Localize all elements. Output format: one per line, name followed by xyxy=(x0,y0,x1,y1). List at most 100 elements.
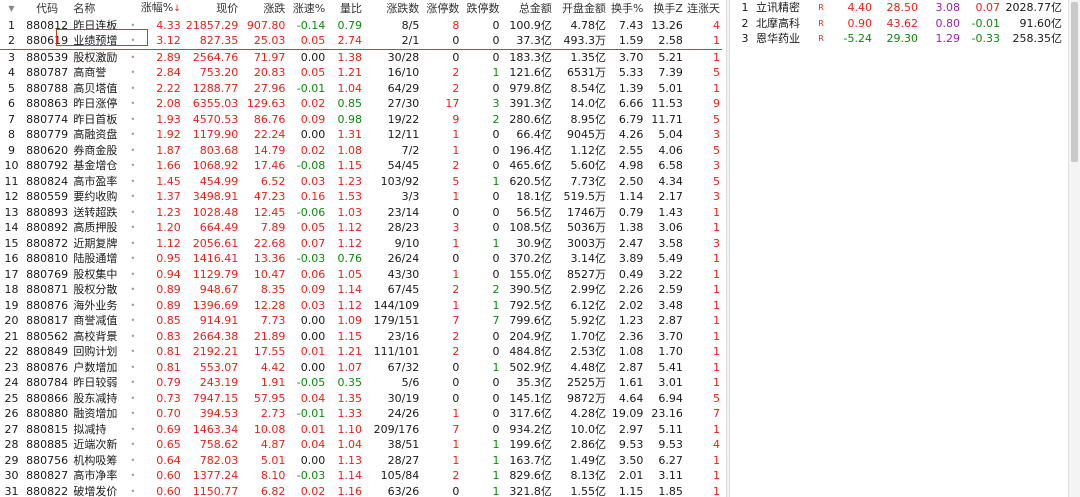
row-price: 4570.53 xyxy=(192,112,239,126)
row-limit-up: 2 xyxy=(452,159,460,172)
table-row[interactable]: 26 880880 融资增加 • 0.70 394.53 2.73 -0.01 1.33 24/2… xyxy=(0,406,722,422)
header-turnover-z[interactable]: 换手Z xyxy=(645,0,685,18)
table-row[interactable]: 28 880885 近端次新 • 0.65 758.62 4.87 0.04 1.04 38/51… xyxy=(0,437,722,453)
table-row[interactable]: 13 880893 送转超跌 • 1.23 1028.48 12.45 -0.06 1.03 23… xyxy=(0,205,722,221)
header-streak[interactable]: 连涨天 xyxy=(684,0,722,18)
row-open-amount: 1.35亿 xyxy=(570,50,607,64)
row-up-down: 8/5 xyxy=(401,18,420,32)
stock-row[interactable]: 2 北摩高科 R 0.90 43.62 0.80 -0.01 91.60亿 xyxy=(736,16,1064,32)
row-turnover-z: 5.49 xyxy=(658,252,683,265)
table-row[interactable]: 24 880784 昨日较弱 • 0.79 243.19 1.91 -0.05 0.35 5/6 0… xyxy=(0,375,722,391)
row-vol-ratio: 0.79 xyxy=(337,18,363,32)
row-speed: 0.01 xyxy=(300,422,326,436)
row-dot-icon: • xyxy=(130,52,136,62)
row-turnover-z: 2.17 xyxy=(658,190,683,203)
table-row[interactable]: 19 880876 海外业务 • 0.89 1396.69 12.28 0.03 1.12 144… xyxy=(0,298,722,314)
table-row[interactable]: 16 880810 陆股通增 • 0.95 1416.41 13.36 -0.03 0.76 26… xyxy=(0,251,722,267)
table-row[interactable]: 27 880815 拟减持 • 0.69 1463.34 10.08 0.01 1.10 209/… xyxy=(0,422,722,438)
header-limit-down[interactable]: 跌停数 xyxy=(461,0,502,18)
stock-row[interactable]: 3 恩华药业 R -5.24 29.30 1.29 -0.33 258.35亿 xyxy=(736,31,1064,47)
header-up-down[interactable]: 涨跌数 xyxy=(364,0,422,18)
header-name[interactable]: 名称 xyxy=(71,0,127,18)
header-pct[interactable]: 涨幅%↓ xyxy=(138,0,183,18)
table-row[interactable]: 3 880539 股权激励 • 2.89 2564.76 71.97 0.00 1.38 30/2… xyxy=(0,49,722,65)
scrollbar-thumb[interactable] xyxy=(1071,2,1078,162)
row-price: 948.67 xyxy=(199,283,239,296)
row-dot-icon: • xyxy=(130,471,136,480)
row-limit-up: 7 xyxy=(452,314,460,327)
table-row[interactable]: 1 880812 昨日连板 • 4.33 21857.29 907.80 -0.14 0.79 8… xyxy=(0,18,722,34)
table-row[interactable]: 30 880827 高市净率 • 0.60 1377.24 8.10 -0.03 1.14 105… xyxy=(0,468,722,484)
header-price[interactable]: 现价 xyxy=(182,0,241,18)
stock-row[interactable]: 1 立讯精密 R 4.40 28.50 3.08 0.07 2028.77亿 xyxy=(736,0,1064,16)
row-streak: 3 xyxy=(713,128,720,141)
row-name: 近期复牌 xyxy=(73,236,118,250)
row-name: 拟减持 xyxy=(73,422,107,436)
table-row[interactable]: 8 880779 高融资盘 • 1.92 1179.90 22.24 0.00 1.31 12/1… xyxy=(0,127,722,143)
row-price: 7947.15 xyxy=(192,391,239,405)
header-open-amount[interactable]: 开盘金额 xyxy=(553,0,608,18)
table-row[interactable]: 14 880892 高质押股 • 1.20 664.49 7.89 0.05 1.12 28/23… xyxy=(0,220,722,236)
row-up-down: 38/51 xyxy=(387,438,420,451)
header-vol-ratio[interactable]: 量比 xyxy=(327,0,365,18)
header-code[interactable]: 代码 xyxy=(22,0,72,18)
row-amount: 100.9亿 xyxy=(509,18,552,32)
row-limit-down: 1 xyxy=(492,298,500,312)
row-code: 880863 xyxy=(26,97,69,110)
row-name: 券商金股 xyxy=(73,143,118,157)
row-limit-down: 0 xyxy=(492,221,500,234)
row-index: 10 xyxy=(4,159,19,172)
panel-divider[interactable] xyxy=(726,0,730,497)
row-price: 1028.48 xyxy=(192,205,239,219)
row-limit-up: 1 xyxy=(452,298,460,312)
table-row[interactable]: 22 880849 回购计划 • 0.81 2192.21 17.55 0.01 1.21 111… xyxy=(0,344,722,360)
table-row[interactable]: 29 880756 机构吸筹 • 0.64 782.03 5.01 0.00 1.13 28/27… xyxy=(0,453,722,469)
vertical-scrollbar[interactable] xyxy=(1068,0,1080,497)
row-turnover: 2.55 xyxy=(618,143,644,157)
stock-table: 1 立讯精密 R 4.40 28.50 3.08 0.07 2028.77亿 2 北摩高科 R 0.9… xyxy=(736,0,1064,47)
table-row[interactable]: 12 880559 要约收购 • 1.37 3498.91 47.23 0.16 1.53 3/3… xyxy=(0,189,722,205)
table-row[interactable]: 20 880817 商誉减值 • 0.85 914.91 7.73 0.00 1.09 179/1… xyxy=(0,313,722,329)
row-change: 1.91 xyxy=(260,376,286,389)
row-code: 880892 xyxy=(26,221,69,234)
row-price: 2664.38 xyxy=(192,329,239,343)
table-row[interactable]: 5 880788 高贝塔值 • 2.22 1288.77 27.96 -0.01 1.04 64/… xyxy=(0,81,722,97)
table-row[interactable]: 21 880562 高校背景 • 0.83 2664.38 21.89 0.00 1.15 23/… xyxy=(0,329,722,345)
table-row[interactable]: 2 880619 业绩预增 • 3.12 827.35 25.03 0.05 2.74 2/1 0 0… xyxy=(0,33,722,50)
header-limit-up[interactable]: 涨停数 xyxy=(421,0,462,18)
row-price: 3498.91 xyxy=(192,190,239,203)
table-row[interactable]: 31 880822 破增发价 • 0.60 1150.77 6.82 0.02 1.16 63/2… xyxy=(0,484,722,497)
header-amount[interactable]: 总金额 xyxy=(501,0,554,18)
row-name: 高校背景 xyxy=(73,329,118,343)
header-turnover[interactable]: 换手% xyxy=(608,0,646,18)
stock-index: 2 xyxy=(741,16,749,30)
row-dot-icon: • xyxy=(130,83,136,93)
sort-arrow-icon[interactable]: ▼ xyxy=(0,0,23,18)
table-row[interactable]: 17 880769 股权集中 • 0.94 1129.79 10.47 0.06 1.05 43/… xyxy=(0,267,722,283)
row-turnover-z: 1.85 xyxy=(658,484,683,497)
row-amount: 321.8亿 xyxy=(509,484,552,497)
row-pct: 1.12 xyxy=(156,236,181,250)
row-index: 7 xyxy=(7,112,15,126)
row-streak: 5 xyxy=(713,391,720,405)
row-name: 高质押股 xyxy=(73,221,118,234)
row-amount: 108.5亿 xyxy=(509,221,552,234)
table-row[interactable]: 23 880876 户数增加 • 0.81 553.07 4.42 0.00 1.07 67/32… xyxy=(0,360,722,376)
row-pct: 1.87 xyxy=(156,143,181,157)
table-row[interactable]: 10 880792 基金增仓 • 1.66 1068.92 17.46 -0.08 1.15 54… xyxy=(0,158,722,174)
table-row[interactable]: 6 880863 昨日涨停 • 2.08 6355.03 129.63 0.02 0.85 27/… xyxy=(0,96,722,112)
table-row[interactable]: 25 880866 股东减持 • 0.73 7947.15 57.95 0.04 1.35 30/… xyxy=(0,391,722,407)
table-row[interactable]: 7 880774 昨日首板 • 1.93 4570.53 86.76 0.09 0.98 19/2… xyxy=(0,112,722,128)
table-row[interactable]: 11 880824 高市盈率 • 1.45 454.99 6.52 0.03 1.23 103/9… xyxy=(0,174,722,190)
row-price: 1150.77 xyxy=(192,484,239,497)
row-pct: 0.60 xyxy=(156,469,181,482)
table-row[interactable]: 15 880872 近期复牌 • 1.12 2056.61 22.68 0.07 1.12 9/1… xyxy=(0,236,722,252)
header-speed[interactable]: 涨速% xyxy=(287,0,328,18)
row-price: 2564.76 xyxy=(192,50,239,64)
row-limit-up: 1 xyxy=(452,143,460,157)
table-row[interactable]: 18 880871 股权分散 • 0.89 948.67 8.35 0.09 1.14 67/45… xyxy=(0,282,722,298)
row-streak: 4 xyxy=(713,18,720,32)
table-row[interactable]: 9 880620 券商金股 • 1.87 803.68 14.79 0.02 1.08 7/2 1 0… xyxy=(0,143,722,159)
header-change[interactable]: 涨跌 xyxy=(240,0,288,18)
table-row[interactable]: 4 880787 高商誉 • 2.84 753.20 20.83 0.05 1.21 16/10 2… xyxy=(0,65,722,81)
